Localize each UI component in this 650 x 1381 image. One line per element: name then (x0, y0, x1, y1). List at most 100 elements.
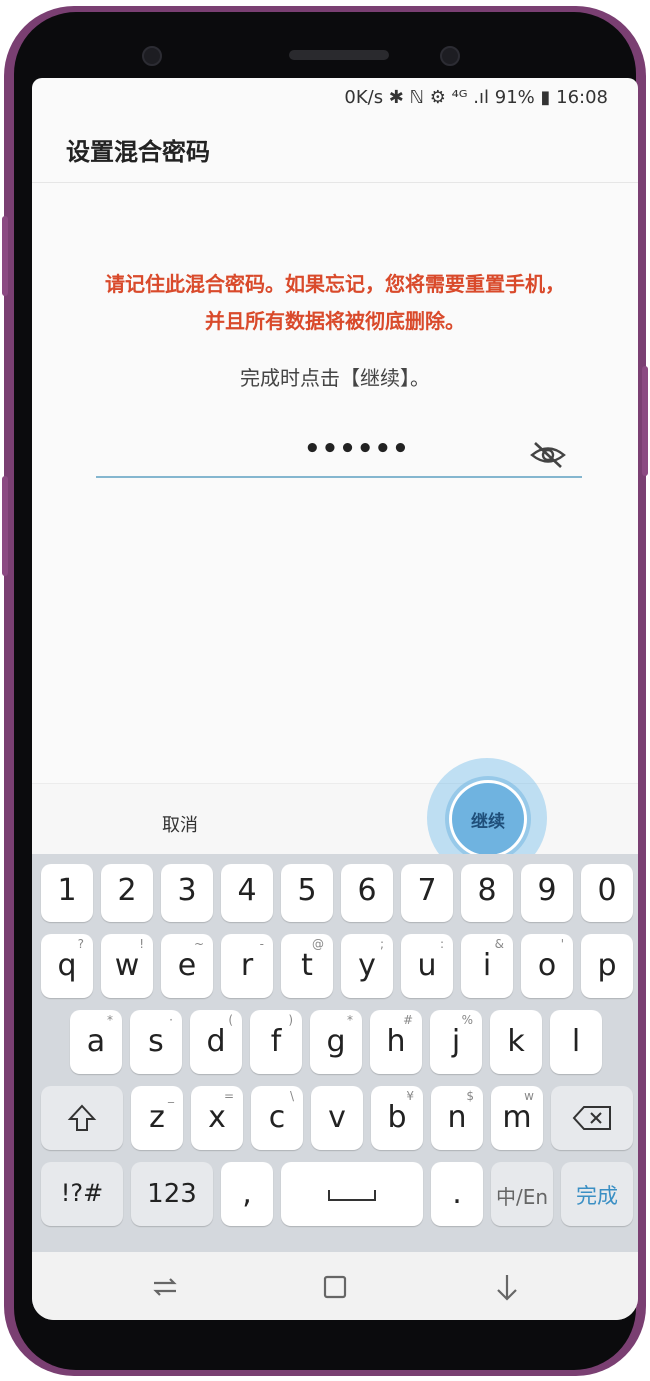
key-m[interactable]: w m (491, 1086, 543, 1150)
symbols-key[interactable]: !?# (41, 1162, 123, 1226)
key-label: f (270, 1024, 282, 1059)
key-label: h (386, 1024, 406, 1059)
continue-button[interactable]: 继续 (449, 780, 527, 858)
password-underline (96, 476, 582, 478)
backspace-icon (572, 1106, 611, 1130)
key-0[interactable]: 0 (581, 864, 633, 922)
key-3[interactable]: 3 (161, 864, 213, 922)
navigation-bar (32, 1252, 638, 1320)
key-4[interactable]: 4 (221, 864, 273, 922)
key-7[interactable]: 7 (401, 864, 453, 922)
key-label: j (451, 1024, 461, 1059)
keyboard: 1 2 3 4 5 6 7 8 9 0 ? q ! w ~ e - r @ t … (32, 854, 638, 1252)
key-label: i (482, 948, 492, 983)
home-icon[interactable] (320, 1272, 350, 1302)
key-q[interactable]: ? q (41, 934, 93, 998)
key-p[interactable]: p (581, 934, 633, 998)
key-t[interactable]: @ t (281, 934, 333, 998)
key-label: 3 (177, 873, 197, 908)
period-key[interactable]: . (431, 1162, 483, 1226)
key-g[interactable]: * g (310, 1010, 362, 1074)
key-label: 1 (57, 873, 77, 908)
key-label: t (301, 948, 313, 983)
password-field[interactable]: •••••• (304, 434, 410, 464)
key-label: k (507, 1024, 525, 1059)
key-2[interactable]: 2 (101, 864, 153, 922)
back-icon[interactable] (492, 1272, 522, 1302)
key-label: 完成 (576, 1184, 618, 1208)
status-bar: 0K/s ✱ ℕ ⚙ ⁴ᴳ .ıl 91% ▮ 16:08 (32, 78, 638, 118)
key-label: a (86, 1024, 106, 1059)
front-camera-icon (440, 46, 460, 66)
key-label: n (447, 1100, 467, 1135)
comma-key[interactable]: , (221, 1162, 273, 1226)
key-label: !?# (60, 1179, 104, 1207)
key-6[interactable]: 6 (341, 864, 393, 922)
key-l[interactable]: l (550, 1010, 602, 1074)
recent-apps-icon[interactable] (150, 1272, 180, 1302)
key-z[interactable]: _ z (131, 1086, 183, 1150)
eye-off-icon[interactable] (530, 440, 566, 470)
key-label: v (328, 1100, 346, 1135)
key-k[interactable]: k (490, 1010, 542, 1074)
page-title: 设置混合密码 (66, 138, 210, 166)
key-u[interactable]: : u (401, 934, 453, 998)
shift-key[interactable] (41, 1086, 123, 1150)
key-label: 8 (477, 873, 497, 908)
key-e[interactable]: ~ e (161, 934, 213, 998)
cancel-button[interactable]: 取消 (162, 811, 198, 837)
key-1[interactable]: 1 (41, 864, 93, 922)
key-label: 4 (237, 873, 257, 908)
instruction-text: 完成时点击【继续】。 (240, 366, 430, 390)
screen: 0K/s ✱ ℕ ⚙ ⁴ᴳ .ıl 91% ▮ 16:08 设置混合密码 请记住… (32, 78, 638, 1320)
key-label: 6 (357, 873, 377, 908)
key-y[interactable]: ; y (341, 934, 393, 998)
key-label: 中/En (495, 1185, 549, 1209)
key-label: . (452, 1176, 462, 1211)
key-j[interactable]: % j (430, 1010, 482, 1074)
key-5[interactable]: 5 (281, 864, 333, 922)
continue-button-label: 继续 (471, 812, 505, 832)
warning-line-2: 并且所有数据将被彻底删除。 (205, 309, 465, 333)
key-label: s (148, 1024, 164, 1059)
key-label: 5 (297, 873, 317, 908)
key-b[interactable]: ¥ b (371, 1086, 423, 1150)
side-button (2, 476, 8, 576)
key-a[interactable]: * a (70, 1010, 122, 1074)
key-label: u (417, 948, 437, 983)
key-label: x (208, 1100, 226, 1135)
key-c[interactable]: \ c (251, 1086, 303, 1150)
key-label: l (571, 1024, 581, 1059)
key-label: 9 (537, 873, 557, 908)
key-f[interactable]: ) f (250, 1010, 302, 1074)
key-label: c (268, 1100, 286, 1135)
key-x[interactable]: = x (191, 1086, 243, 1150)
key-o[interactable]: ' o (521, 934, 573, 998)
space-key[interactable] (281, 1162, 423, 1226)
key-n[interactable]: $ n (431, 1086, 483, 1150)
key-9[interactable]: 9 (521, 864, 573, 922)
key-8[interactable]: 8 (461, 864, 513, 922)
key-label: b (387, 1100, 407, 1135)
key-w[interactable]: ! w (101, 934, 153, 998)
done-key[interactable]: 完成 (561, 1162, 633, 1226)
key-label: p (597, 948, 617, 983)
numbers-key[interactable]: 123 (131, 1162, 213, 1226)
key-r[interactable]: - r (221, 934, 273, 998)
warning-line-1: 请记住此混合密码。如果忘记，您将需要重置手机， (105, 272, 565, 296)
side-button (642, 366, 648, 476)
key-label: z (149, 1100, 165, 1135)
space-icon (328, 1190, 376, 1201)
key-v[interactable]: v (311, 1086, 363, 1150)
key-label: e (177, 948, 197, 983)
key-i[interactable]: & i (461, 934, 513, 998)
status-bar-text: 0K/s ✱ ℕ ⚙ ⁴ᴳ .ıl 91% ▮ 16:08 (344, 87, 608, 108)
key-s[interactable]: · s (130, 1010, 182, 1074)
language-key[interactable]: 中/En (491, 1162, 553, 1226)
header-divider (32, 182, 638, 183)
key-h[interactable]: # h (370, 1010, 422, 1074)
key-d[interactable]: ( d (190, 1010, 242, 1074)
key-label: m (502, 1100, 532, 1135)
backspace-key[interactable] (551, 1086, 633, 1150)
key-label: g (326, 1024, 346, 1059)
